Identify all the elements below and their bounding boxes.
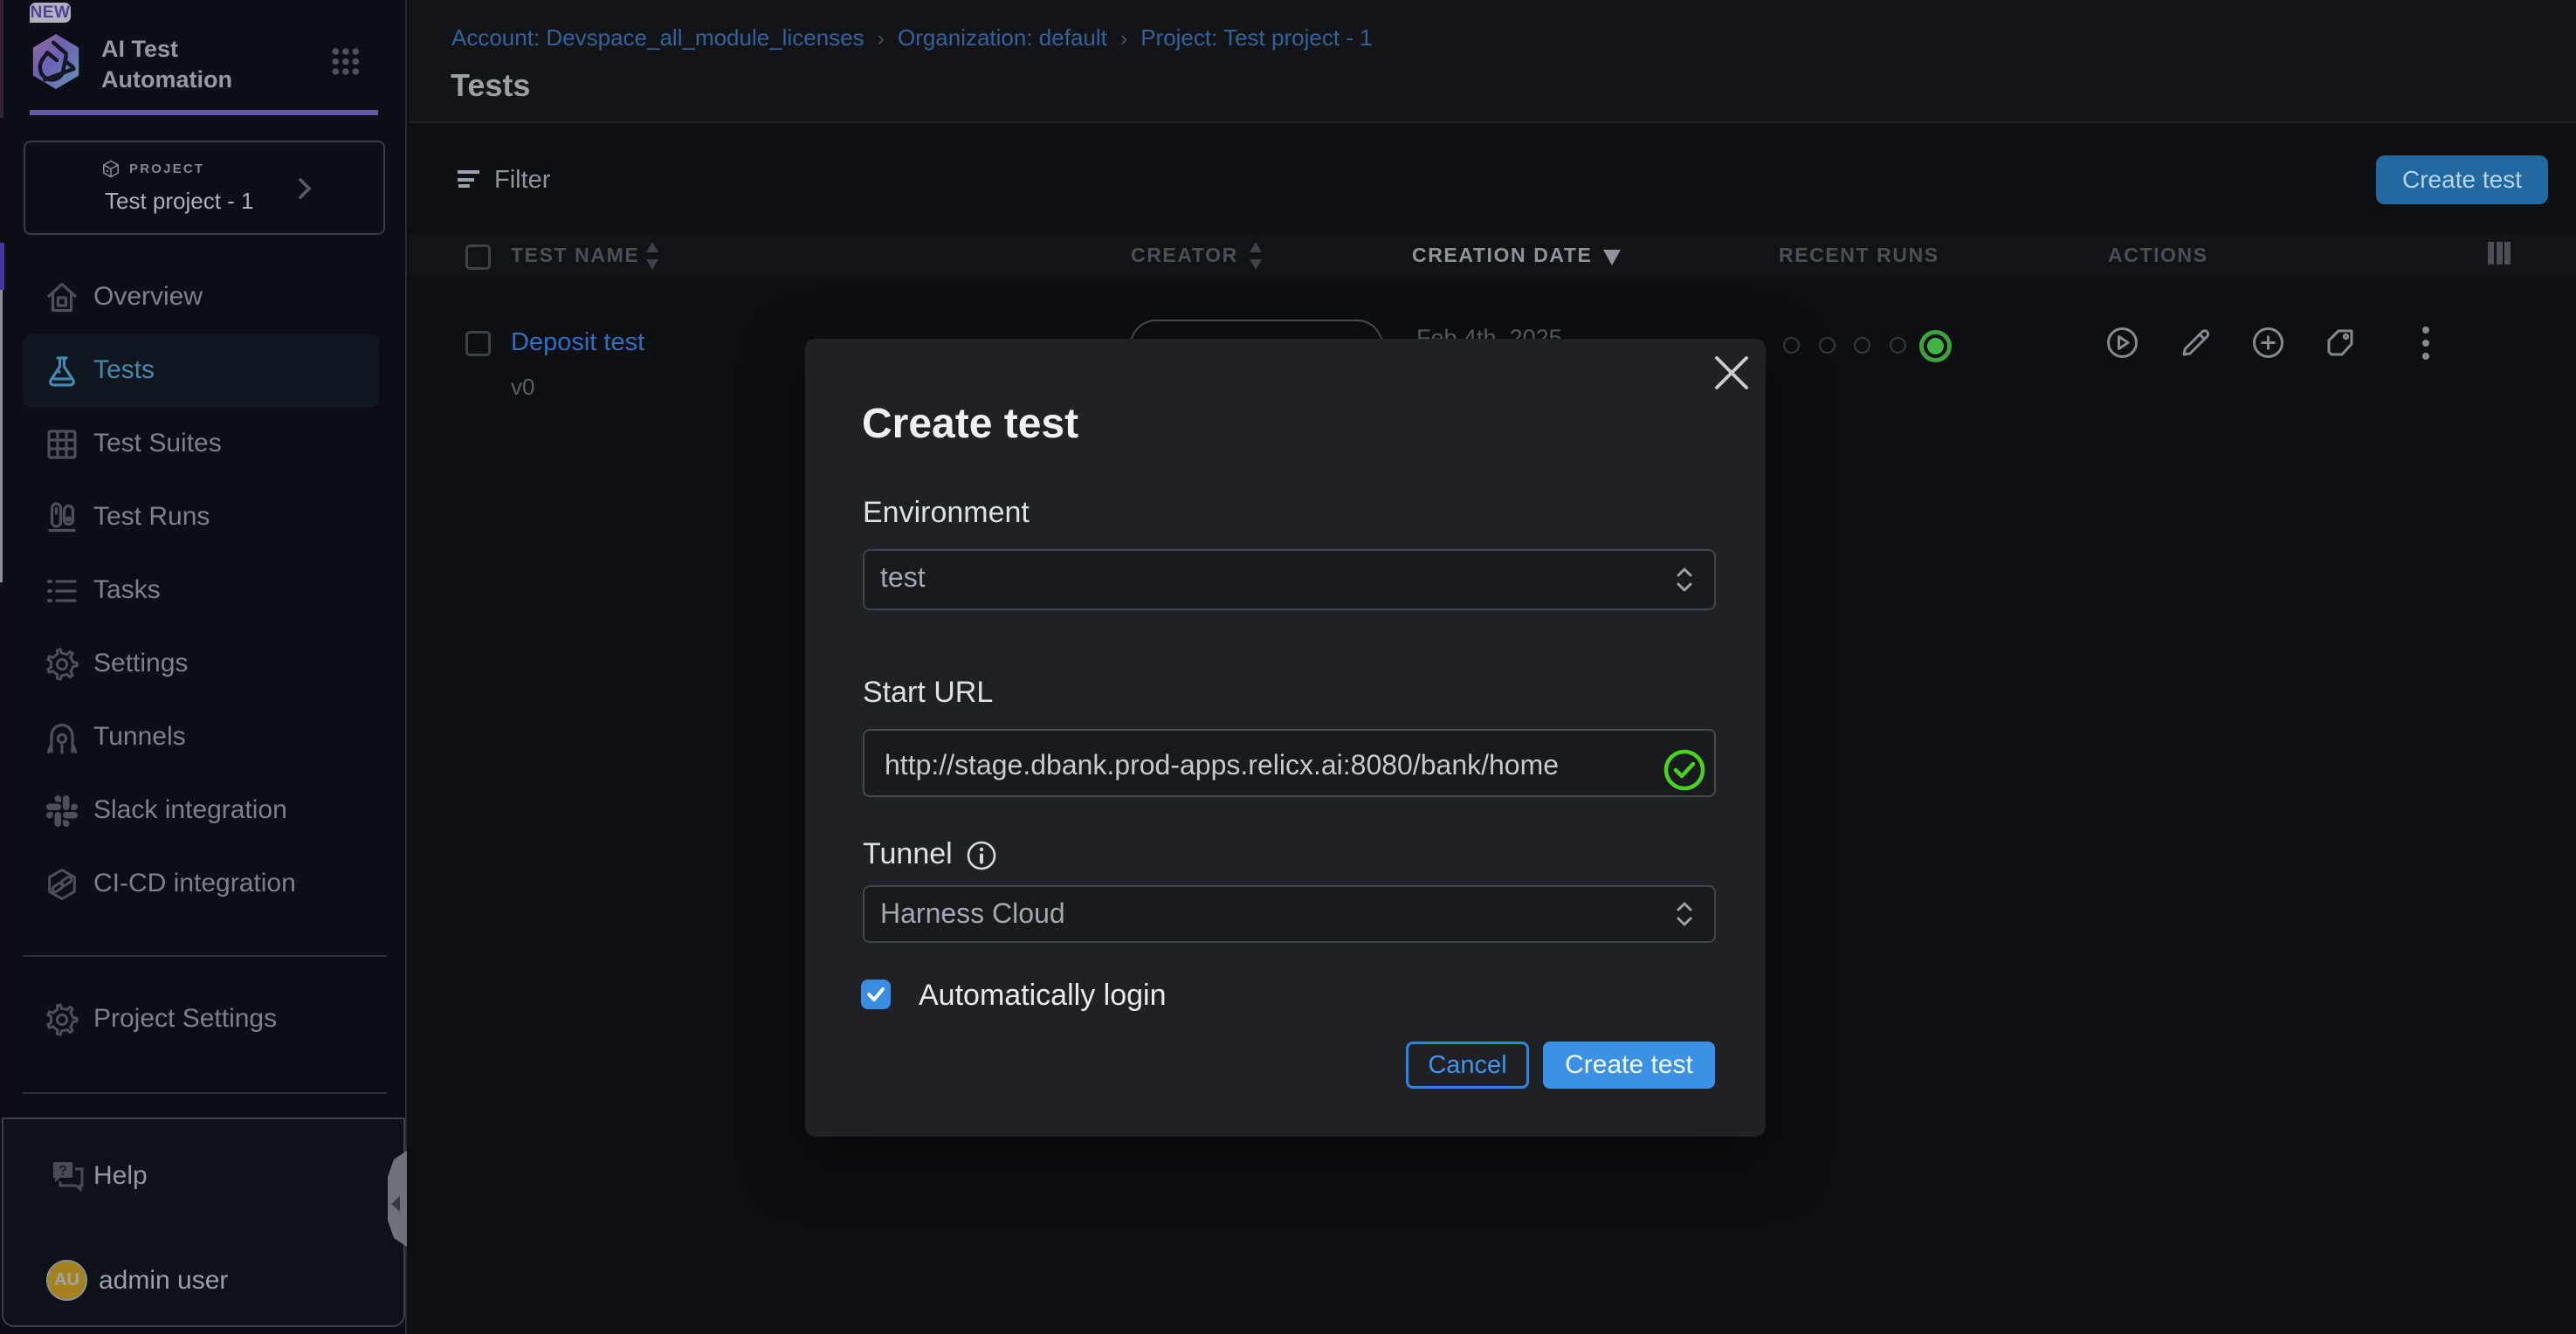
svg-text:?: ? <box>59 1164 67 1179</box>
